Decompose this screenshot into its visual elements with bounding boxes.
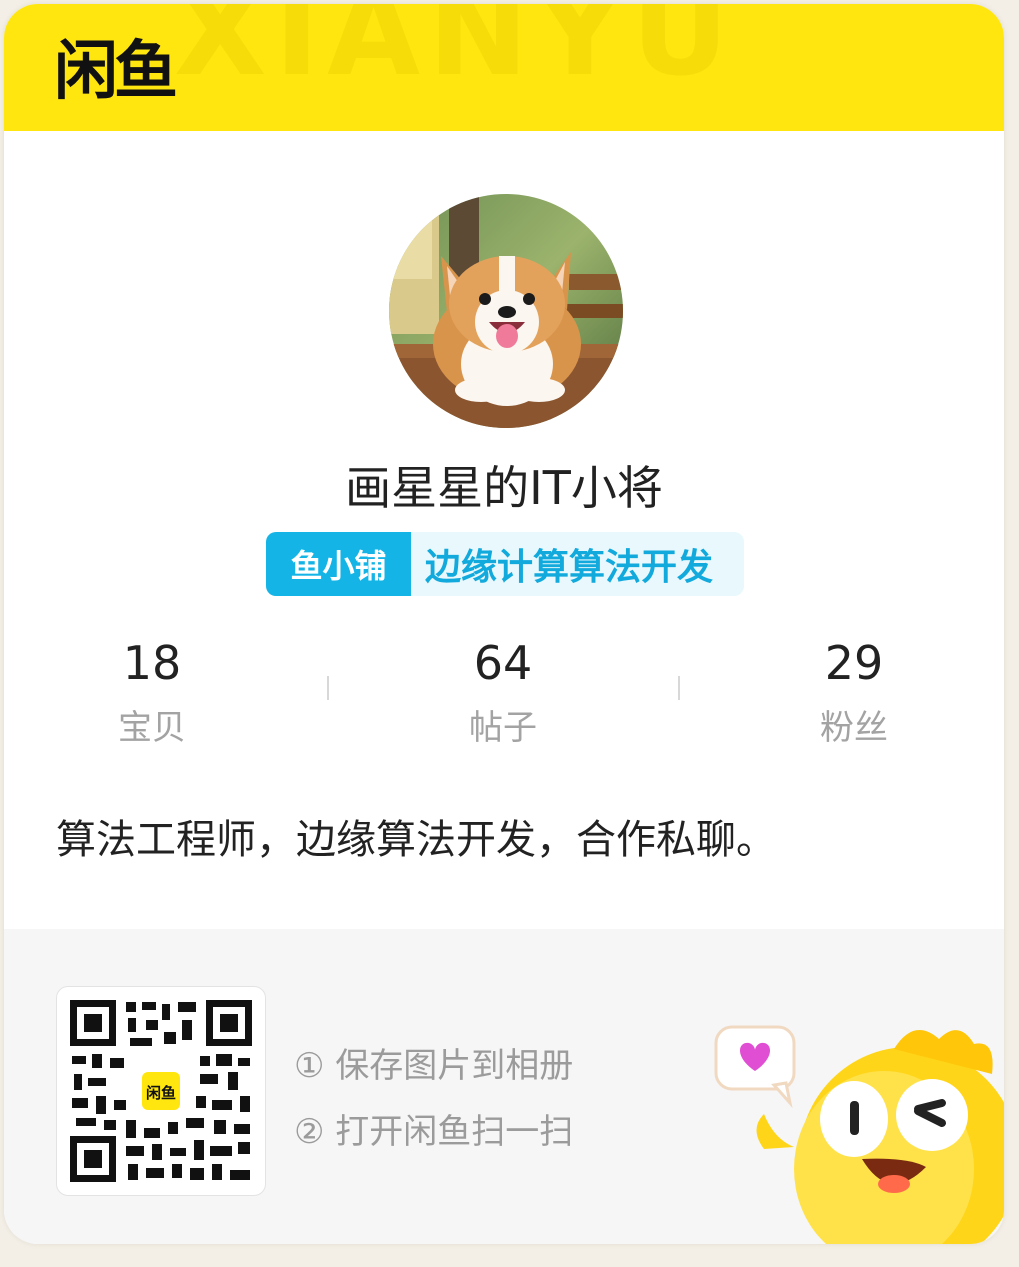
stat-divider xyxy=(678,676,680,700)
shop-badge[interactable]: 鱼小铺 边缘计算算法开发 xyxy=(266,532,744,596)
stat-value: 29 xyxy=(824,636,884,690)
stats-row: 18 宝贝 64 帖子 29 粉丝 xyxy=(4,634,1004,754)
stat-divider xyxy=(327,676,329,700)
stat-label: 宝贝 xyxy=(118,708,186,748)
scan-instructions: ① 保存图片到相册 ② 打开闲鱼扫一扫 xyxy=(294,1033,573,1165)
shop-tag: 鱼小铺 xyxy=(266,532,411,596)
xianyu-logo: 闲鱼 xyxy=(54,35,178,109)
corgi-dog-avatar-icon xyxy=(389,194,623,428)
profile-card: XIANYU 闲鱼 画星星的IT小将 鱼小铺 边缘计算算法开发 18 宝贝 64… xyxy=(4,4,1004,1244)
shop-name: 边缘计算算法开发 xyxy=(425,547,714,588)
qr-code[interactable]: 闲鱼 xyxy=(56,986,266,1196)
stat-label: 帖子 xyxy=(469,708,537,748)
stat-value: 18 xyxy=(122,636,182,690)
footer-panel: 闲鱼 ① 保存图片到相册 ② 打开闲鱼扫一扫 xyxy=(4,929,1004,1244)
heart-bubble-icon xyxy=(714,1025,796,1109)
stat-fans[interactable]: 29 粉丝 xyxy=(754,634,954,749)
bio-text: 算法工程师，边缘算法开发，合作私聊。 xyxy=(56,817,776,863)
yellow-fish-mascot-icon xyxy=(714,1025,1004,1244)
header-watermark: XIANYU xyxy=(174,4,737,103)
step-save: ① 保存图片到相册 xyxy=(294,1046,574,1086)
username: 画星星的IT小将 xyxy=(345,461,663,515)
stat-value: 64 xyxy=(473,636,533,690)
stat-posts[interactable]: 64 帖子 xyxy=(403,634,603,749)
qr-code-icon: 闲鱼 xyxy=(70,1000,252,1182)
stat-label: 粉丝 xyxy=(820,708,888,748)
qr-center-logo: 闲鱼 xyxy=(146,1084,176,1102)
stat-items[interactable]: 18 宝贝 xyxy=(52,634,252,749)
avatar[interactable] xyxy=(389,194,623,428)
step-scan: ② 打开闲鱼扫一扫 xyxy=(294,1112,574,1152)
header-bar: XIANYU 闲鱼 xyxy=(4,4,1004,131)
